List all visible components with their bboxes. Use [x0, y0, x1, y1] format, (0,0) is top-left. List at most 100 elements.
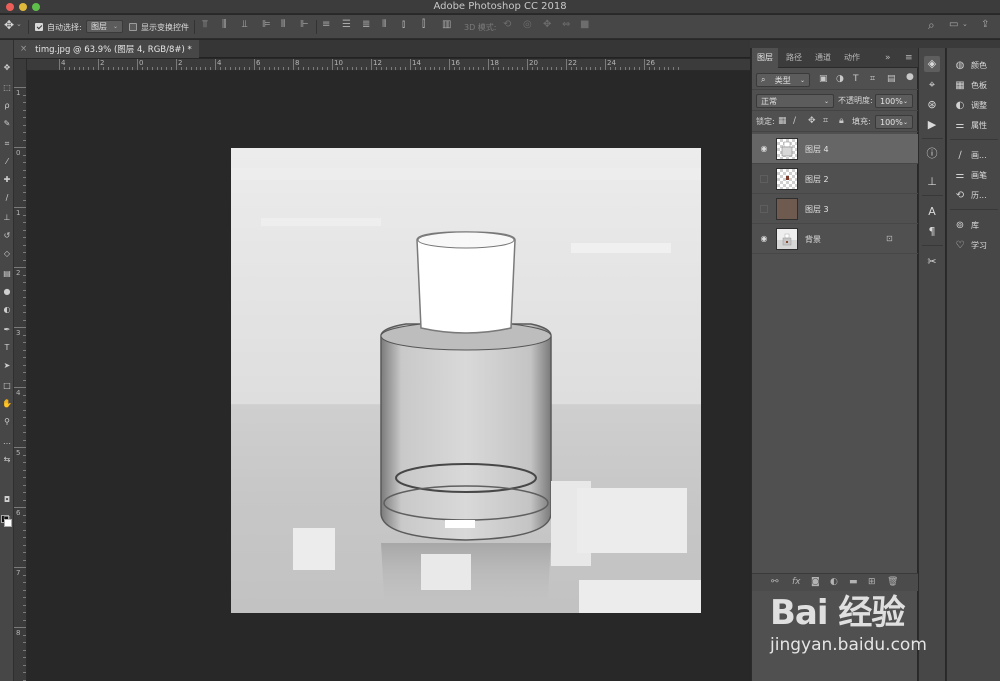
adjustment-icon[interactable]: ◐	[830, 577, 838, 587]
lock-all-icon[interactable]: 🔒︎	[839, 116, 844, 126]
eraser-tool-icon[interactable]: ◇	[1, 248, 13, 260]
workspace-switcher-icon[interactable]: ▭	[949, 19, 958, 30]
visibility-toggle[interactable]	[760, 205, 768, 213]
opacity-input[interactable]: 100% ⌄	[875, 94, 913, 108]
fill-input[interactable]: 100% ⌄	[875, 115, 913, 129]
align-top-icon[interactable]: ⫪	[202, 19, 208, 30]
lasso-tool-icon[interactable]: ρ	[1, 100, 13, 112]
quick-select-tool-icon[interactable]: ✎	[1, 118, 13, 130]
layer-row-3[interactable]: 图层 3	[752, 194, 918, 224]
filter-shape-icon[interactable]: ⌗	[870, 74, 875, 84]
shape-tool-icon[interactable]: □	[1, 380, 13, 392]
trash-icon[interactable]: 🗑︎	[887, 577, 898, 587]
tab-channels[interactable]: 通道	[810, 48, 836, 68]
dodge-tool-icon[interactable]: ◐	[1, 304, 13, 316]
tool-preset-chevron-icon[interactable]: ⌄	[16, 20, 22, 28]
tools-preset-icon[interactable]: ✂	[924, 254, 940, 270]
blend-mode-dropdown[interactable]: 正常 ⌄	[756, 94, 834, 108]
filter-pixel-icon[interactable]: ▣	[819, 74, 828, 84]
tab-paths[interactable]: 路径	[781, 48, 807, 68]
dock-item-libraries[interactable]: ⊚ 库	[953, 217, 979, 233]
path-select-tool-icon[interactable]: ➤	[1, 360, 13, 372]
eyedropper-tool-icon[interactable]: ⁄	[1, 156, 13, 168]
tab-actions[interactable]: 动作	[839, 48, 865, 68]
brush-tool-icon[interactable]: ∕	[1, 192, 13, 204]
lock-pixels-icon[interactable]: ∕	[793, 116, 796, 126]
dock-item-history[interactable]: ⟲ 历...	[953, 187, 987, 203]
search-icon[interactable]: ⌕	[928, 18, 935, 33]
auto-select-checkbox[interactable]: 自动选择:	[35, 21, 82, 33]
new-layer-icon[interactable]: ⊞	[868, 577, 876, 587]
swap-colors-icon[interactable]: ⇆	[1, 454, 13, 466]
filter-kind-dropdown[interactable]: ⌕ 类型 ⌄	[756, 73, 810, 87]
show-transform-check-icon[interactable]	[129, 23, 137, 31]
video-3d-icon[interactable]: ■	[580, 19, 589, 30]
fx-icon[interactable]: fx	[792, 577, 801, 587]
panel-menu-icon[interactable]: ≡	[900, 48, 918, 68]
drag-3d-icon[interactable]: ✥	[543, 19, 551, 30]
dock-item-brushes[interactable]: ⚌ 画笔	[953, 167, 987, 183]
channels-panel-icon[interactable]: ⊛	[924, 97, 940, 113]
document-tab[interactable]: × timg.jpg @ 63.9% (图层 4, RGB/8#) *	[14, 40, 199, 58]
align-hcenter-icon[interactable]: ⫴	[281, 19, 285, 30]
auto-select-check-icon[interactable]	[35, 23, 43, 31]
type-tool-icon[interactable]: T	[1, 342, 13, 354]
dock-item-color[interactable]: ◍ 颜色	[953, 57, 987, 73]
lock-transparency-icon[interactable]: ▦	[778, 116, 787, 126]
eye-icon[interactable]: ◉	[759, 234, 769, 243]
clone-source-icon[interactable]: ⊥	[924, 174, 940, 190]
character-panel-icon[interactable]: A	[924, 204, 940, 220]
canvas-image[interactable]	[231, 148, 701, 613]
lock-artboard-icon[interactable]: ⌗	[823, 116, 828, 126]
eye-icon[interactable]: ◉	[759, 144, 769, 153]
share-icon[interactable]: ⇪	[981, 19, 989, 30]
distribute-vcenter-icon[interactable]: ☰	[342, 19, 351, 30]
paragraph-panel-icon[interactable]: ¶	[924, 224, 940, 240]
screen-mode-icon[interactable]: ▭	[1, 512, 13, 524]
actions-panel-icon[interactable]: ▶	[924, 117, 940, 133]
move-tool-icon[interactable]: ✥	[1, 62, 13, 74]
clone-stamp-tool-icon[interactable]: ⊥	[1, 212, 13, 224]
gradient-tool-icon[interactable]: ▤	[1, 268, 13, 280]
layers-panel-icon[interactable]: ◈	[924, 56, 940, 72]
filter-type-icon[interactable]: T	[853, 74, 859, 84]
layer-row-4[interactable]: ◉ 图层 4	[752, 134, 918, 164]
healing-brush-tool-icon[interactable]: ✚	[1, 174, 13, 186]
filter-smart-object-icon[interactable]: ▤	[887, 74, 896, 84]
chevron-down-icon[interactable]: ⌄	[962, 20, 968, 28]
paths-panel-icon[interactable]: ⌖	[924, 77, 940, 93]
show-transform-checkbox[interactable]: 显示变换控件	[129, 21, 189, 33]
history-brush-tool-icon[interactable]: ↺	[1, 230, 13, 242]
auto-align-icon[interactable]: ▥	[442, 19, 451, 30]
mask-icon[interactable]: ◙	[811, 577, 820, 587]
crop-tool-icon[interactable]: ⌗	[1, 138, 13, 150]
align-bottom-icon[interactable]: ⫫	[242, 19, 248, 30]
expand-panels-icon[interactable]: »	[880, 48, 896, 68]
filter-toggle-icon[interactable]: ●	[906, 72, 914, 82]
pen-tool-icon[interactable]: ✒	[1, 324, 13, 336]
blur-tool-icon[interactable]: ●	[1, 286, 13, 298]
move-tool-icon[interactable]: ✥	[4, 18, 14, 32]
quick-mask-icon[interactable]: ◘	[1, 494, 13, 506]
dock-item-learn[interactable]: ♡ 学习	[953, 237, 987, 253]
marquee-tool-icon[interactable]: ⬚	[1, 82, 13, 94]
auto-select-target-dropdown[interactable]: 图层 ⌄	[86, 19, 123, 33]
lock-position-icon[interactable]: ✥	[808, 116, 816, 126]
roll-3d-icon[interactable]: ◎	[523, 19, 532, 30]
tab-layers[interactable]: 图层	[752, 48, 778, 68]
align-right-icon[interactable]: ⊩	[300, 19, 309, 30]
group-icon[interactable]: ▬	[849, 577, 858, 587]
distribute-hcenter-icon[interactable]: ⫾	[402, 19, 405, 30]
distribute-right-icon[interactable]: ⫿	[422, 19, 425, 30]
hand-tool-icon[interactable]: ✋	[1, 398, 13, 410]
dock-item-swatches[interactable]: ▦ 色板	[953, 77, 987, 93]
distribute-top-icon[interactable]: ≡	[322, 19, 330, 30]
orbit-3d-icon[interactable]: ⟲	[503, 19, 511, 30]
layer-row-2[interactable]: 图层 2	[752, 164, 918, 194]
close-tab-icon[interactable]: ×	[20, 44, 27, 54]
zoom-tool-icon[interactable]: ⚲	[1, 416, 13, 428]
dock-item-brush-settings[interactable]: ∕ 画...	[953, 147, 986, 163]
dock-item-adjustments[interactable]: ◐ 调整	[953, 97, 987, 113]
distribute-bottom-icon[interactable]: ≣	[362, 19, 370, 30]
align-left-icon[interactable]: ⊫	[262, 19, 271, 30]
